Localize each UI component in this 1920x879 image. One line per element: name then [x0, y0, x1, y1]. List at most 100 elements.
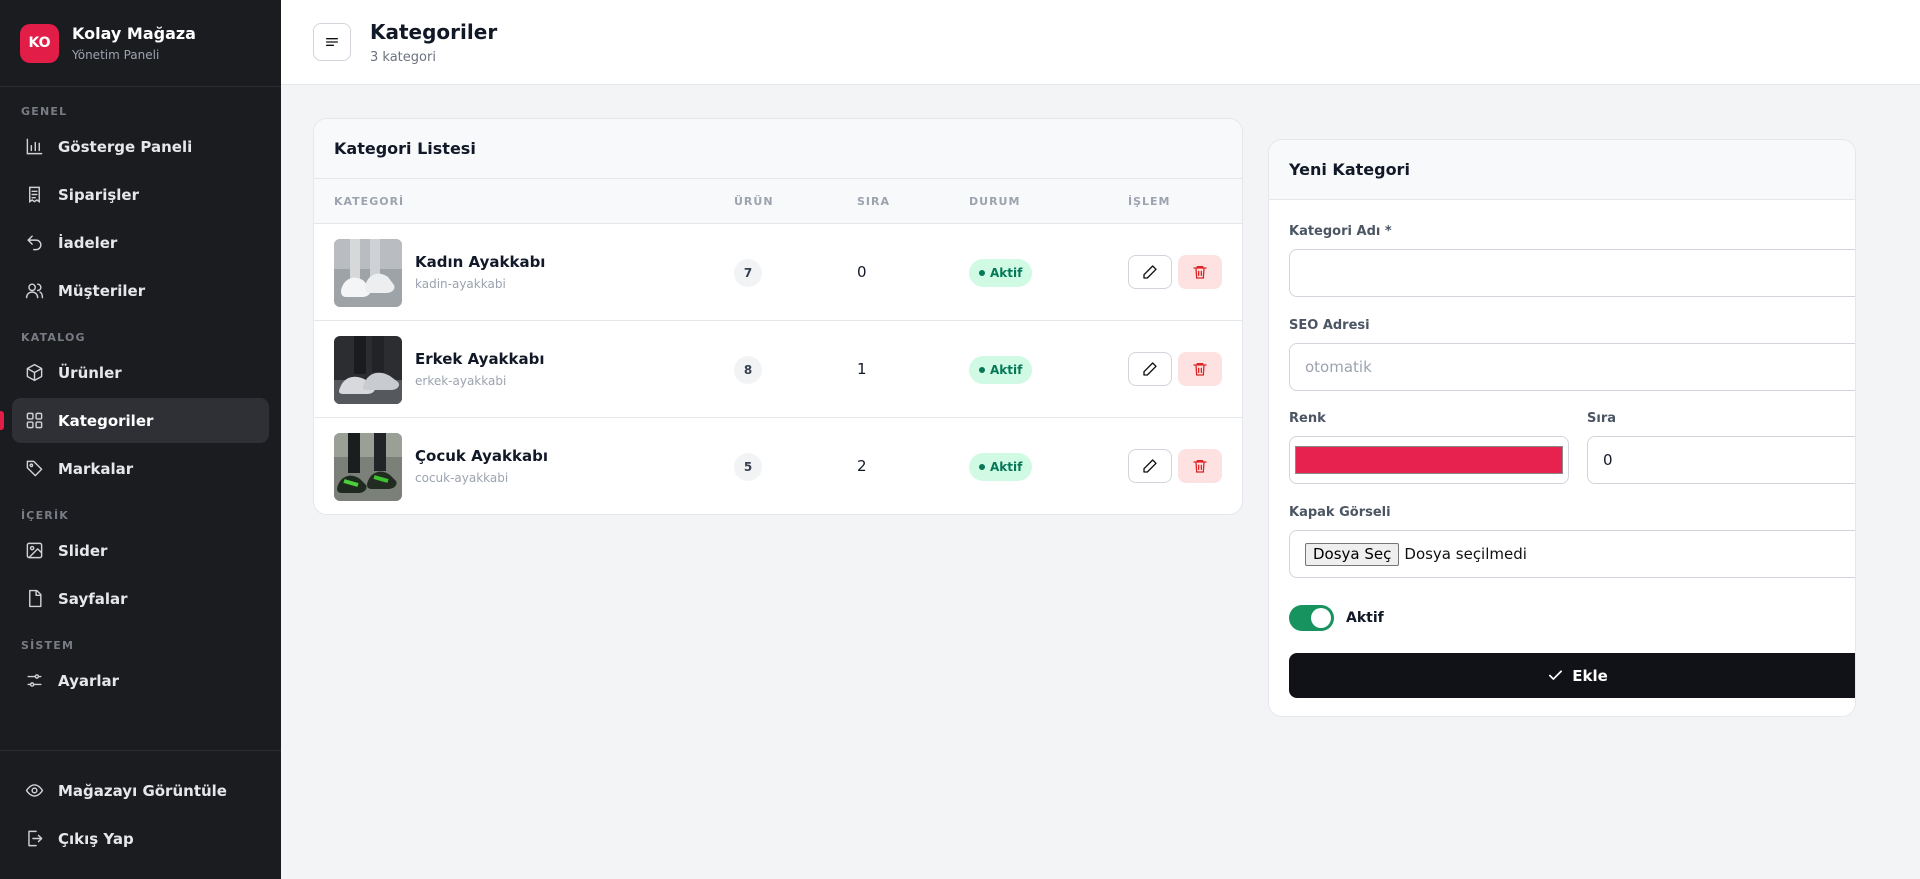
- trash-icon: [1193, 266, 1207, 279]
- trash-icon: [1193, 460, 1207, 473]
- category-thumbnail: [334, 239, 402, 307]
- active-toggle[interactable]: [1289, 605, 1334, 631]
- edit-button[interactable]: [1128, 449, 1172, 483]
- brand[interactable]: KO Kolay Mağaza Yönetim Paneli: [0, 0, 281, 87]
- form-title: Yeni Kategori: [1269, 140, 1855, 200]
- category-name: Erkek Ayakkabı: [415, 350, 545, 368]
- active-label: Aktif: [1346, 610, 1384, 626]
- view-store-link[interactable]: Mağazayı Görüntüle: [12, 768, 269, 813]
- undo-icon: [27, 235, 42, 251]
- sidebar-item-label: Siparişler: [58, 185, 139, 204]
- sidebar-item-label: Mağazayı Görüntüle: [58, 781, 227, 800]
- file-select-button[interactable]: Dosya Seç: [1305, 542, 1400, 566]
- category-slug: erkek-ayakkabi: [415, 374, 507, 388]
- section-katalog: KATALOG: [21, 331, 86, 344]
- color-swatch: [1295, 446, 1563, 474]
- category-name-input[interactable]: [1289, 249, 1855, 297]
- pencil-icon: [1143, 459, 1157, 473]
- sidebar-item-label: Ayarlar: [58, 671, 120, 690]
- users-icon: [25, 283, 44, 299]
- status-dot: [979, 464, 985, 470]
- order-label: Sıra: [1587, 411, 1617, 426]
- menu-icon: [326, 38, 338, 46]
- color-picker[interactable]: [1289, 436, 1569, 484]
- product-count-badge: 5: [734, 453, 762, 481]
- delete-button[interactable]: [1178, 255, 1222, 289]
- logout-link[interactable]: Çıkış Yap: [12, 816, 269, 861]
- table-row: Çocuk Ayakkabı cocuk-ayakkabi 5 2 Aktif: [314, 418, 1242, 514]
- sidebar-item-returns[interactable]: İadeler: [12, 220, 269, 265]
- new-category-form: Yeni Kategori Kategori Adı * SEO Adresi …: [1268, 139, 1856, 717]
- sidebar-item-customers[interactable]: Müşteriler: [12, 268, 269, 313]
- sidebar-item-settings[interactable]: Ayarlar: [12, 658, 269, 703]
- grid-icon: [26, 412, 43, 429]
- delete-button[interactable]: [1178, 449, 1222, 483]
- brand-name: Kolay Mağaza: [72, 24, 196, 43]
- col-actions: İŞLEM: [1128, 195, 1171, 208]
- name-label: Kategori Adı *: [1289, 224, 1392, 239]
- seo-label: SEO Adresi: [1289, 318, 1370, 333]
- sidebar-item-label: Sayfalar: [58, 589, 128, 608]
- sidebar-item-label: Markalar: [58, 459, 134, 478]
- category-order: 1: [857, 360, 867, 378]
- category-thumbnail: [334, 336, 402, 404]
- topbar: Kategoriler 3 kategori: [281, 0, 1920, 85]
- col-products: ÜRÜN: [734, 195, 774, 208]
- edit-button[interactable]: [1128, 255, 1172, 289]
- tag-icon: [26, 460, 43, 477]
- trash-icon: [1193, 363, 1207, 376]
- col-status: DURUM: [969, 195, 1021, 208]
- sidebar-item-brands[interactable]: Markalar: [12, 446, 269, 491]
- section-sistem: SİSTEM: [21, 639, 75, 652]
- sidebar-item-orders[interactable]: Siparişler: [12, 172, 269, 217]
- sidebar-item-pages[interactable]: Sayfalar: [12, 576, 269, 621]
- category-order: 0: [857, 263, 867, 281]
- sidebar-item-label: Müşteriler: [58, 281, 146, 300]
- seo-address-input[interactable]: otomatik: [1289, 343, 1855, 391]
- status-dot: [979, 367, 985, 373]
- eye-icon: [25, 784, 44, 797]
- main-content: Kategoriler 3 kategori Kategori Listesi …: [281, 0, 1920, 879]
- product-count-badge: 8: [734, 356, 762, 384]
- sidebar-item-dashboard[interactable]: Gösterge Paneli: [12, 124, 269, 169]
- col-order: SIRA: [857, 195, 890, 208]
- status-label: Aktif: [990, 266, 1023, 280]
- sidebar-item-label: İadeler: [58, 233, 118, 252]
- package-icon: [26, 363, 43, 382]
- category-list-card: Kategori Listesi KATEGORİ ÜRÜN SIRA DURU…: [313, 118, 1243, 515]
- page-title: Kategoriler: [370, 19, 498, 44]
- table-header: KATEGORİ ÜRÜN SIRA DURUM İŞLEM: [314, 179, 1242, 224]
- add-button[interactable]: Ekle: [1289, 653, 1855, 698]
- sliders-icon: [27, 674, 42, 687]
- page-subtitle: 3 kategori: [370, 49, 436, 65]
- seo-placeholder: otomatik: [1305, 358, 1372, 376]
- section-icerik: İÇERİK: [21, 509, 69, 522]
- sidebar-footer: Mağazayı Görüntüle Çıkış Yap: [0, 750, 281, 861]
- table-row: Erkek Ayakkabı erkek-ayakkabi 8 1 Aktif: [314, 321, 1242, 418]
- sidebar-item-categories[interactable]: Kategoriler: [0, 398, 269, 443]
- sidebar-item-products[interactable]: Ürünler: [12, 350, 269, 395]
- sidebar-item-slider[interactable]: Slider: [12, 528, 269, 573]
- category-slug: cocuk-ayakkabi: [415, 471, 509, 485]
- menu-toggle-button[interactable]: [313, 23, 351, 61]
- status-label: Aktif: [990, 363, 1023, 377]
- image-icon: [26, 542, 43, 559]
- delete-button[interactable]: [1178, 352, 1222, 386]
- pencil-icon: [1143, 362, 1157, 376]
- section-genel: GENEL: [21, 105, 68, 118]
- sidebar-item-label: Slider: [58, 541, 108, 560]
- sidebar: KO Kolay Mağaza Yönetim Paneli GENEL Gös…: [0, 0, 281, 879]
- brand-subtitle: Yönetim Paneli: [72, 48, 160, 62]
- col-category: KATEGORİ: [334, 195, 405, 208]
- category-name: Çocuk Ayakkabı: [415, 447, 549, 465]
- sidebar-item-label: Çıkış Yap: [58, 829, 134, 848]
- brand-logo: KO: [20, 23, 59, 63]
- logout-icon: [28, 830, 43, 847]
- bar-chart-icon: [26, 138, 43, 155]
- status-dot: [979, 270, 985, 276]
- order-input[interactable]: 0: [1587, 436, 1855, 484]
- file-status: Dosya seçilmedi: [1404, 545, 1527, 563]
- edit-button[interactable]: [1128, 352, 1172, 386]
- list-title: Kategori Listesi: [314, 119, 1242, 179]
- color-label: Renk: [1289, 411, 1326, 426]
